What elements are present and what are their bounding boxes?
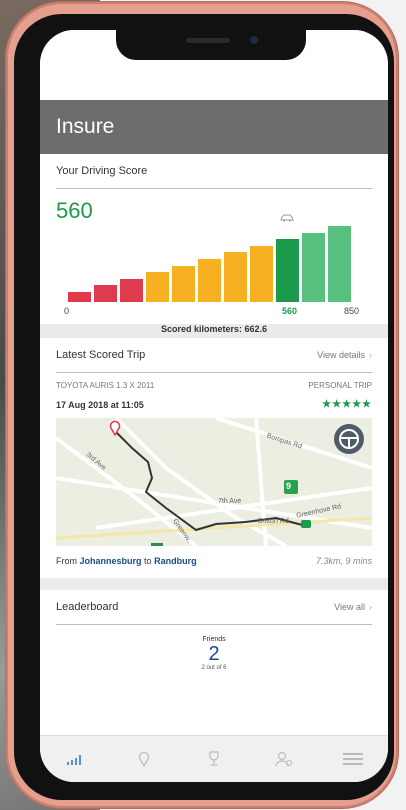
nav-menu[interactable]	[338, 747, 368, 771]
leaderboard-card[interactable]: Leaderboard View all › Friends 2 2 out of…	[40, 590, 388, 750]
stats-icon	[66, 755, 81, 765]
map-label-7th-ave: 7th Ave	[218, 498, 242, 505]
bottom-nav	[40, 735, 388, 782]
app-screen: Insure Your Driving Score 560 0 560 850 …	[40, 30, 388, 782]
score-bar	[172, 265, 195, 302]
trip-map[interactable]: 9 3rd Ave Bompas Rd 7th Ave Bolton Rd Gr…	[56, 418, 372, 546]
nav-stats[interactable]	[60, 747, 90, 771]
menu-icon	[343, 753, 364, 765]
score-bar	[276, 239, 299, 302]
trip-card-header: Latest Scored Trip View details ›	[56, 338, 372, 373]
trip-route: From Johannesburg to Randburg	[56, 556, 197, 566]
axis-min-label: 0	[64, 306, 70, 316]
end-car-icon	[301, 520, 311, 528]
map-graphic	[56, 418, 372, 546]
friends-rank[interactable]: Friends 2 2 out of 6	[40, 636, 388, 671]
score-bar	[94, 285, 117, 302]
axis-max-label: 850	[344, 306, 360, 316]
friends-rank-number: 2	[208, 643, 220, 665]
driving-score-card[interactable]: Your Driving Score 560 0 560 850 Scored …	[40, 154, 388, 334]
trophy-icon	[209, 751, 219, 766]
view-all-link[interactable]: View all ›	[334, 602, 372, 612]
trip-card-title: Latest Scored Trip	[56, 349, 146, 361]
score-bar	[250, 245, 273, 302]
start-pin-icon	[109, 420, 121, 436]
trip-rating-stars: ★★★★★	[322, 399, 372, 410]
trip-date: 17 Aug 2018 at 11:05	[56, 399, 144, 410]
leaderboard-title: Leaderboard	[56, 601, 119, 613]
map-label-bolton: Bolton Rd	[258, 518, 289, 525]
nav-trophy[interactable]	[199, 747, 229, 771]
latest-trip-card[interactable]: Latest Scored Trip View details › TOYOTA …	[40, 338, 388, 578]
score-bar	[302, 232, 325, 302]
steering-wheel-icon	[339, 429, 359, 449]
from-city[interactable]: Johannesburg	[80, 556, 142, 566]
steering-wheel-button[interactable]	[334, 424, 364, 454]
nav-profile[interactable]	[269, 747, 299, 771]
to-city[interactable]: Randburg	[154, 556, 197, 566]
chevron-right-icon: ›	[369, 602, 372, 612]
speaker-grille	[186, 38, 230, 43]
friends-rank-sub: 2 out of 6	[201, 665, 227, 671]
route-badge: 9	[286, 481, 292, 491]
trip-distance: 7.3km, 9 mins	[315, 556, 372, 566]
front-camera	[250, 36, 258, 44]
score-bar	[68, 292, 91, 302]
axis-current-label: 560	[282, 306, 298, 316]
score-bar	[198, 259, 221, 302]
phone-notch	[116, 30, 306, 60]
score-card-header: Your Driving Score	[56, 154, 372, 189]
score-bar	[224, 252, 247, 302]
trip-type: PERSONAL TRIP	[308, 381, 372, 390]
trip-date-row: 17 Aug 2018 at 11:05 ★★★★★	[56, 399, 372, 410]
score-bar	[120, 278, 143, 302]
score-bar	[146, 272, 169, 302]
profile-icon	[274, 751, 292, 767]
trip-route-row: From Johannesburg to Randburg 7.3km, 9 m…	[56, 556, 372, 566]
view-details-link[interactable]: View details ›	[317, 350, 372, 360]
chevron-right-icon: ›	[369, 350, 372, 360]
app-header: Insure	[40, 100, 388, 154]
leaderboard-header: Leaderboard View all ›	[56, 590, 372, 625]
vehicle-row: TOYOTA AURIS 1.3 X 2011 PERSONAL TRIP	[56, 381, 372, 390]
scored-kilometers: Scored kilometers: 662.6	[160, 324, 268, 334]
friends-label: Friends	[202, 636, 226, 643]
location-icon	[139, 751, 150, 767]
page-title: Insure	[56, 115, 115, 138]
nav-location[interactable]	[129, 747, 159, 771]
score-bar	[328, 226, 351, 302]
score-bar-chart	[68, 210, 355, 302]
vehicle-name: TOYOTA AURIS 1.3 X 2011	[56, 381, 155, 390]
score-card-title: Your Driving Score	[56, 165, 148, 177]
